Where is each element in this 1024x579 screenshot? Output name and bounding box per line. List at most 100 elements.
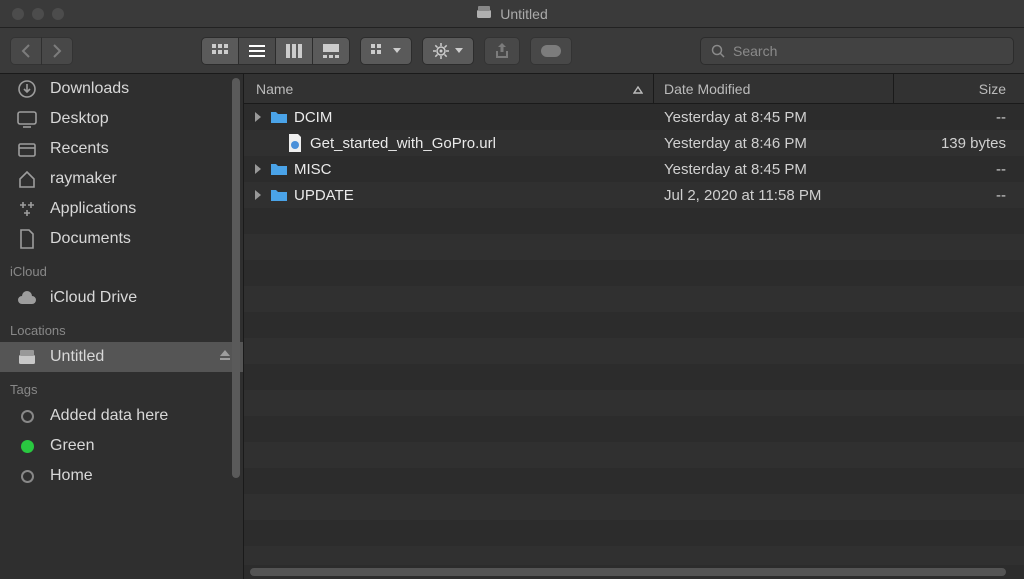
file-date: Jul 2, 2020 at 11:58 PM xyxy=(654,187,894,204)
sidebar-item-recents[interactable]: Recents xyxy=(0,134,243,164)
gallery-icon xyxy=(323,44,339,58)
sidebar-item-label: Green xyxy=(50,437,94,455)
folder-icon xyxy=(270,108,288,126)
arrange-button[interactable] xyxy=(360,37,412,65)
folder-icon xyxy=(270,186,288,204)
share-icon xyxy=(495,43,509,59)
file-row[interactable]: DCIM Yesterday at 8:45 PM -- xyxy=(244,104,1024,130)
sidebar-section-icloud: iCloud xyxy=(0,254,243,283)
chevron-down-icon xyxy=(393,48,401,54)
tag-circle-icon xyxy=(16,436,38,456)
chevron-left-icon xyxy=(21,44,31,58)
sidebar-item-label: Recents xyxy=(50,140,109,158)
gallery-view-button[interactable] xyxy=(312,37,350,65)
sidebar-item-label: Desktop xyxy=(50,110,109,128)
folder-icon xyxy=(270,160,288,178)
column-view-button[interactable] xyxy=(275,37,313,65)
file-name: Get_started_with_GoPro.url xyxy=(310,135,496,152)
minimize-window-button[interactable] xyxy=(32,8,44,20)
sidebar-item-home[interactable]: raymaker xyxy=(0,164,243,194)
tags-button[interactable] xyxy=(530,37,572,65)
sidebar-item-label: Applications xyxy=(50,200,136,218)
column-size[interactable]: Size xyxy=(894,74,1024,103)
file-size: 139 bytes xyxy=(894,135,1024,152)
list-view-button[interactable] xyxy=(238,37,276,65)
sidebar-item-untitled-drive[interactable]: Untitled xyxy=(0,342,243,372)
arrange-icon xyxy=(371,44,387,58)
file-row[interactable]: MISC Yesterday at 8:45 PM -- xyxy=(244,156,1024,182)
sidebar-item-label: Untitled xyxy=(50,348,104,366)
file-row[interactable]: UPDATE Jul 2, 2020 at 11:58 PM -- xyxy=(244,182,1024,208)
desktop-icon xyxy=(16,109,38,129)
tag-circle-icon xyxy=(16,466,38,486)
file-size: -- xyxy=(894,187,1024,204)
sort-ascending-icon xyxy=(633,81,643,97)
drive-icon xyxy=(16,347,38,367)
sidebar-tag-added-data-here[interactable]: Added data here xyxy=(0,401,243,431)
disclosure-triangle-icon[interactable] xyxy=(252,164,264,174)
file-name: DCIM xyxy=(294,109,332,126)
drive-icon xyxy=(476,5,492,22)
chevron-right-icon xyxy=(52,44,62,58)
horizontal-scrollbar[interactable] xyxy=(244,565,1024,579)
list-icon xyxy=(249,44,265,58)
zoom-window-button[interactable] xyxy=(52,8,64,20)
sidebar-item-label: Documents xyxy=(50,230,131,248)
sidebar-item-documents[interactable]: Documents xyxy=(0,224,243,254)
tag-icon xyxy=(541,45,561,57)
sidebar: Downloads Desktop Recents raymaker Appli… xyxy=(0,74,244,579)
weblink-file-icon xyxy=(286,134,304,152)
apps-icon xyxy=(16,199,38,219)
search-field[interactable] xyxy=(700,37,1014,65)
sidebar-section-locations: Locations xyxy=(0,313,243,342)
sidebar-tag-green[interactable]: Green xyxy=(0,431,243,461)
sidebar-item-label: Home xyxy=(50,467,93,485)
file-size: -- xyxy=(894,109,1024,126)
toolbar xyxy=(0,28,1024,74)
file-name: MISC xyxy=(294,161,332,178)
column-headers: Name Date Modified Size xyxy=(244,74,1024,104)
disclosure-triangle-icon[interactable] xyxy=(252,190,264,200)
file-date: Yesterday at 8:45 PM xyxy=(654,161,894,178)
sidebar-item-icloud-drive[interactable]: iCloud Drive xyxy=(0,283,243,313)
sidebar-item-desktop[interactable]: Desktop xyxy=(0,104,243,134)
view-mode-group xyxy=(201,37,350,65)
search-input[interactable] xyxy=(733,43,1003,59)
titlebar[interactable]: Untitled xyxy=(0,0,1024,28)
cloud-icon xyxy=(16,288,38,308)
recents-icon xyxy=(16,139,38,159)
grid-icon xyxy=(212,44,228,58)
file-date: Yesterday at 8:45 PM xyxy=(654,109,894,126)
columns-icon xyxy=(286,44,302,58)
sidebar-item-label: Added data here xyxy=(50,407,168,425)
file-list: Name Date Modified Size DCIM Yesterday a… xyxy=(244,74,1024,579)
home-icon xyxy=(16,169,38,189)
back-button[interactable] xyxy=(10,37,42,65)
sidebar-section-tags: Tags xyxy=(0,372,243,401)
column-date-modified[interactable]: Date Modified xyxy=(654,74,894,103)
file-size: -- xyxy=(894,161,1024,178)
file-name: UPDATE xyxy=(294,187,354,204)
forward-button[interactable] xyxy=(41,37,73,65)
sidebar-item-label: Downloads xyxy=(50,80,129,98)
action-button[interactable] xyxy=(422,37,474,65)
column-name[interactable]: Name xyxy=(244,74,654,103)
documents-icon xyxy=(16,229,38,249)
sidebar-item-downloads[interactable]: Downloads xyxy=(0,74,243,104)
download-icon xyxy=(16,79,38,99)
icon-view-button[interactable] xyxy=(201,37,239,65)
sidebar-item-label: iCloud Drive xyxy=(50,289,137,307)
sidebar-tag-home[interactable]: Home xyxy=(0,461,243,491)
sidebar-scrollbar[interactable] xyxy=(229,74,243,579)
search-icon xyxy=(711,44,725,58)
tag-circle-icon xyxy=(16,406,38,426)
sidebar-item-label: raymaker xyxy=(50,170,117,188)
sidebar-item-applications[interactable]: Applications xyxy=(0,194,243,224)
disclosure-triangle-icon[interactable] xyxy=(252,112,264,122)
file-date: Yesterday at 8:46 PM xyxy=(654,135,894,152)
chevron-down-icon xyxy=(455,48,463,54)
share-button[interactable] xyxy=(484,37,520,65)
file-row[interactable]: Get_started_with_GoPro.url Yesterday at … xyxy=(244,130,1024,156)
close-window-button[interactable] xyxy=(12,8,24,20)
window-title: Untitled xyxy=(0,5,1024,22)
